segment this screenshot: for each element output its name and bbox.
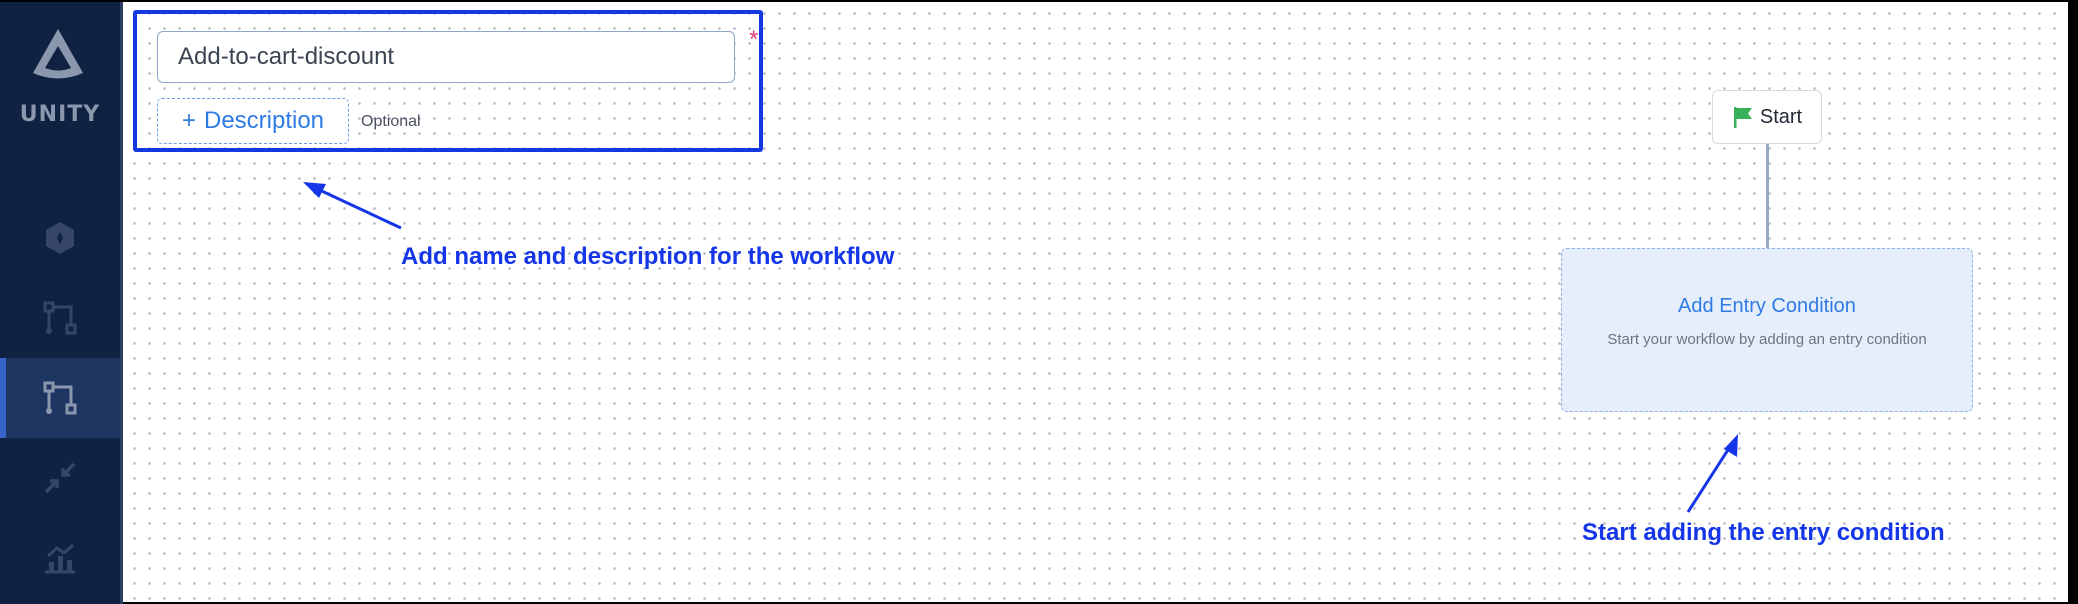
start-node[interactable]: Start [1712, 90, 1822, 144]
sidebar-item-analytics[interactable] [0, 518, 120, 598]
start-node-label: Start [1759, 105, 1803, 128]
workflow-editor: UNITY Add-to-cart-discount * + Descripti… [0, 2, 2078, 604]
add-entry-condition-card[interactable]: Add Entry Condition Start your workflow … [1561, 248, 1973, 412]
optional-label: Optional [361, 113, 421, 130]
sidebar-item-workflows[interactable] [0, 358, 120, 438]
workflow-canvas[interactable]: * + Description Optional Add name and de… [123, 2, 2068, 602]
sidebar-item-integrations[interactable] [0, 198, 120, 278]
name-description-highlight: * + Description Optional [133, 10, 763, 152]
analytics-chart-icon [45, 543, 75, 574]
entry-condition-title: Add Entry Condition [1678, 295, 1856, 317]
sidebar-item-merge[interactable] [0, 438, 120, 518]
sidebar-item-journeys[interactable] [0, 278, 120, 358]
add-description-label: Description [203, 107, 325, 134]
entry-condition-hint: Start adding the entry condition [1582, 519, 1945, 546]
workflow-icon [43, 301, 77, 335]
workflow-icon [43, 381, 77, 415]
hexagon-icon [46, 222, 74, 254]
name-hint-arrow [303, 182, 402, 230]
unity-logo-icon[interactable] [30, 26, 86, 82]
sidebar: UNITY [0, 2, 120, 604]
add-description-button[interactable]: + Description [157, 98, 349, 144]
collapse-arrows-icon [44, 462, 76, 494]
start-connector-line [1766, 144, 1769, 248]
required-indicator: * [749, 26, 759, 53]
brand-name: UNITY [19, 102, 101, 127]
entry-condition-subtitle: Start your workflow by adding an entry c… [1607, 331, 1927, 348]
workflow-name-input[interactable] [157, 31, 735, 83]
start-flag-icon [1733, 107, 1752, 128]
entry-hint-arrow [1686, 434, 1738, 513]
name-description-hint: Add name and description for the workflo… [401, 243, 895, 270]
plus-icon: + [181, 107, 196, 134]
